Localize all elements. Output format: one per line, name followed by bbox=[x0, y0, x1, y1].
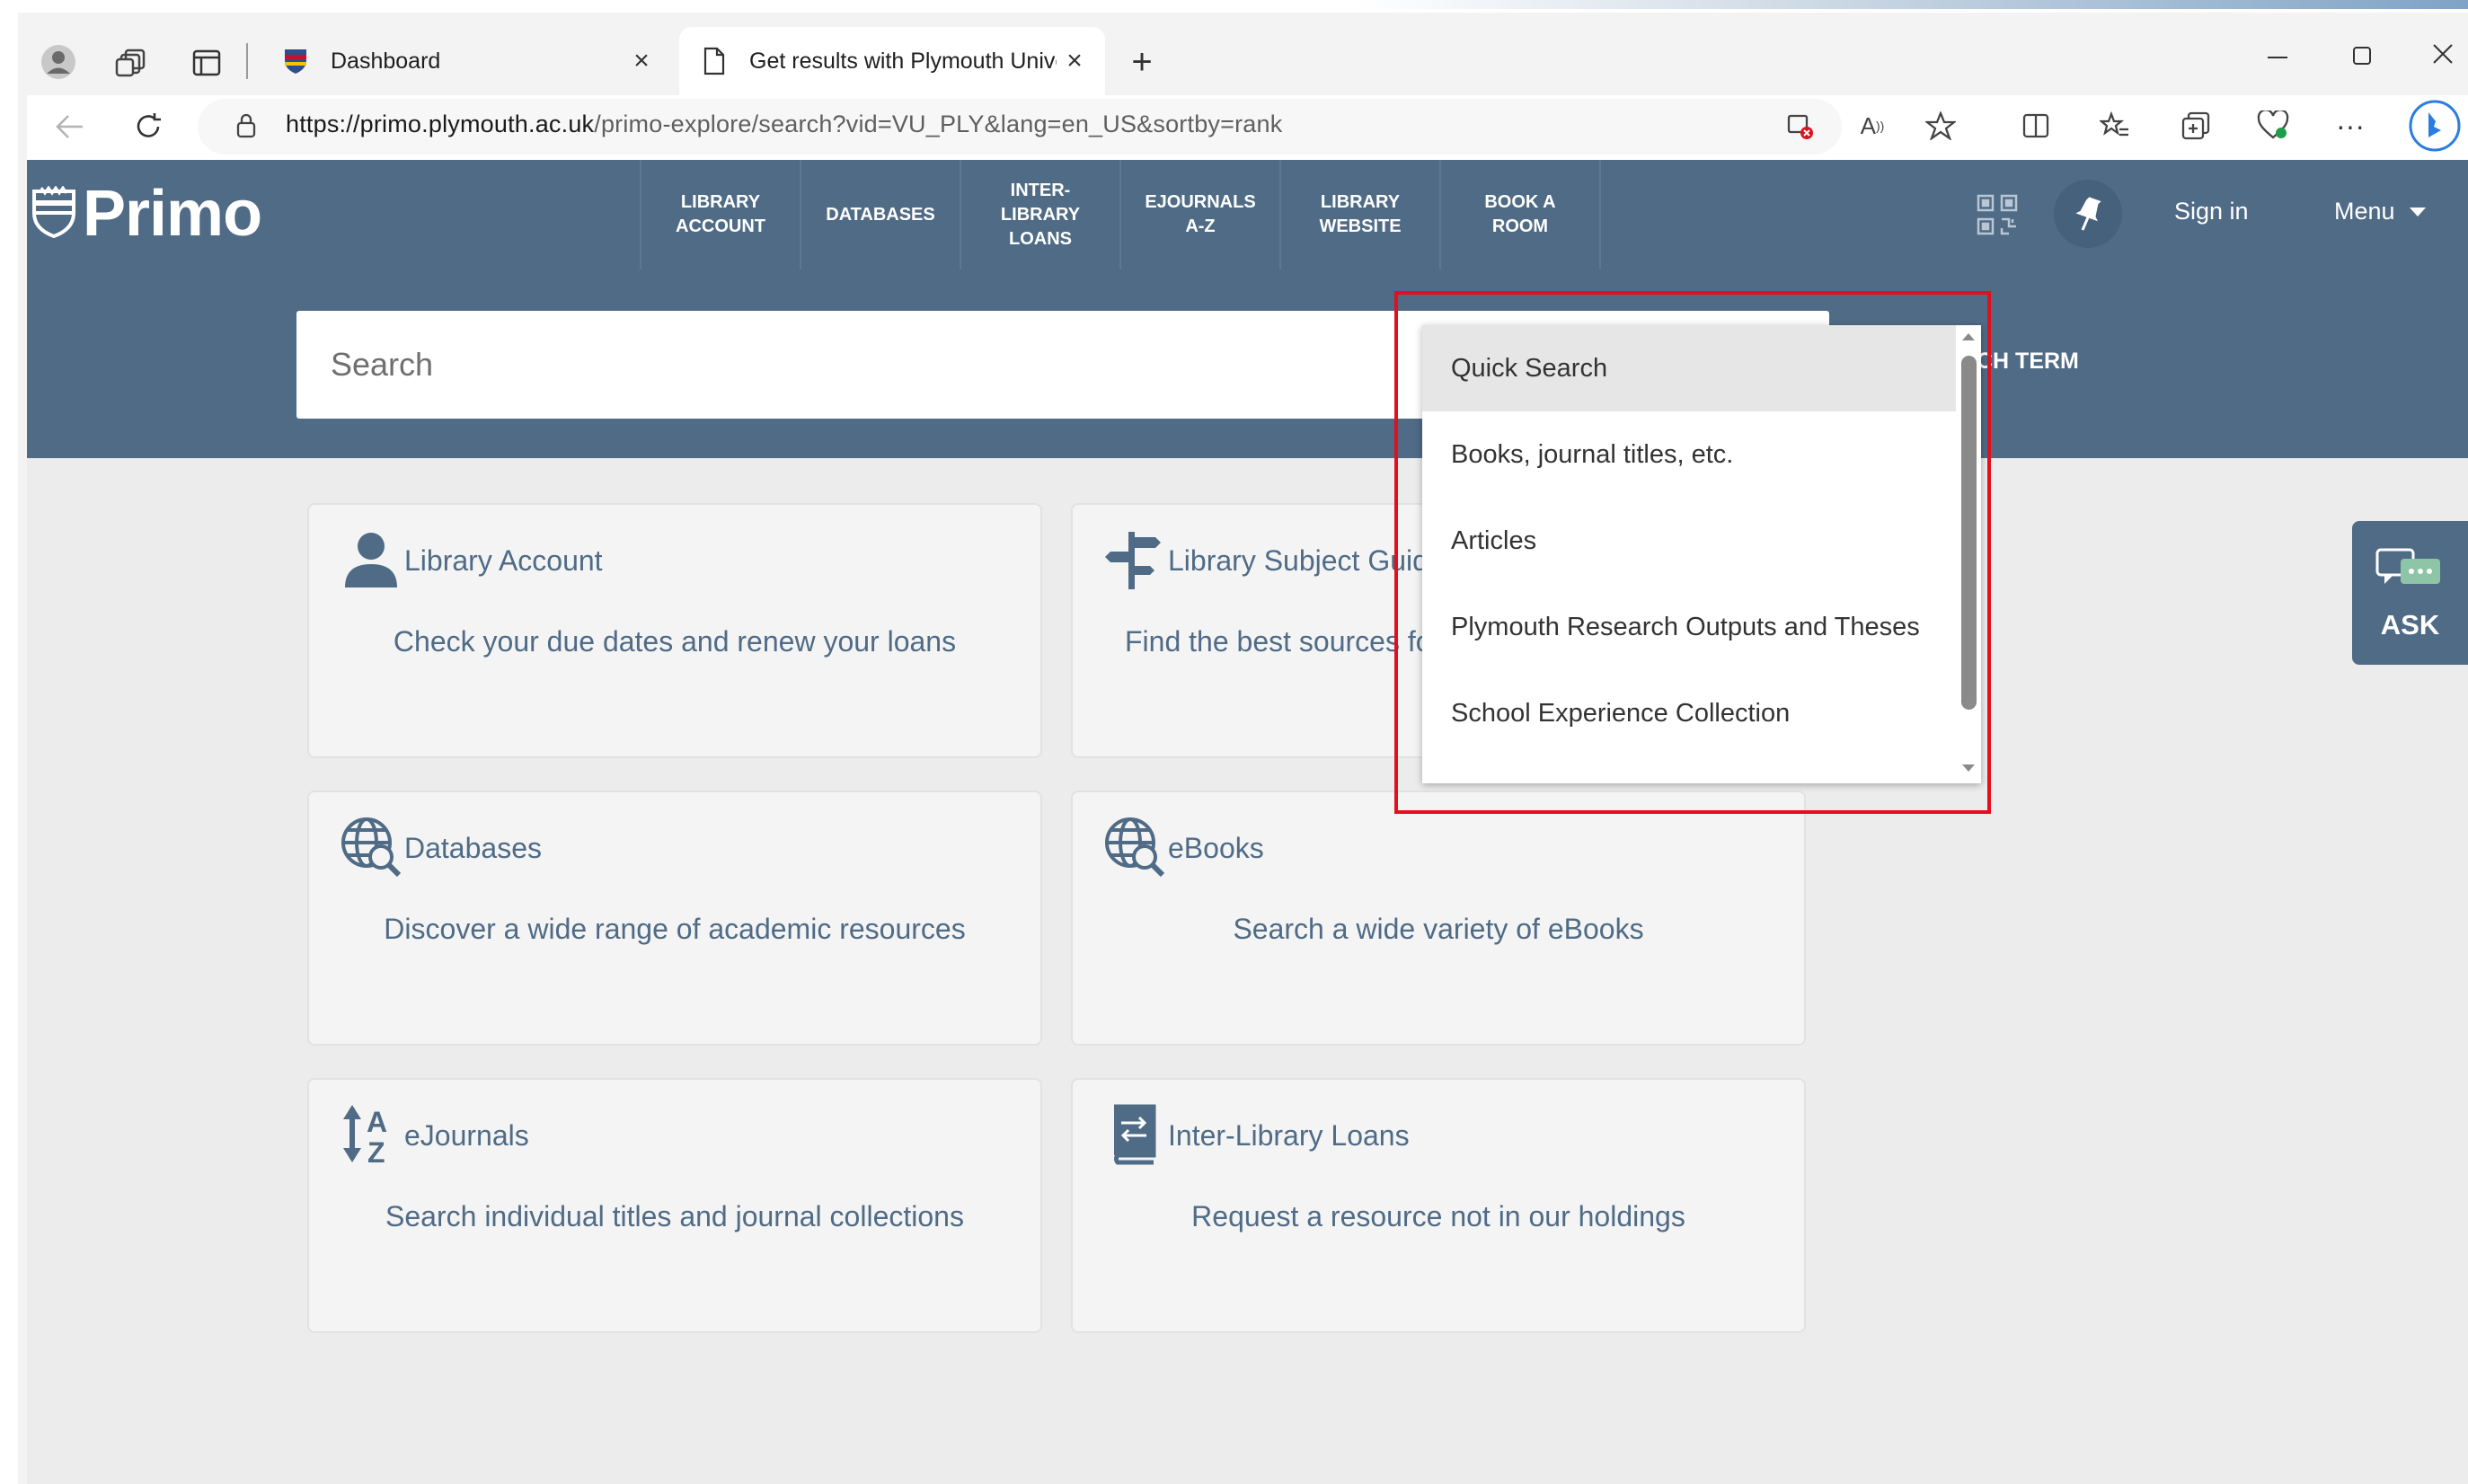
favorites-list-icon[interactable] bbox=[2095, 106, 2135, 146]
nav-databases[interactable]: DATABASES bbox=[801, 160, 961, 269]
refresh-icon[interactable] bbox=[126, 104, 171, 149]
tile-title: eBooks bbox=[1168, 832, 1264, 864]
workspaces-icon[interactable] bbox=[111, 43, 151, 83]
university-shield-icon bbox=[280, 46, 311, 76]
tab-primo-search[interactable]: Get results with Plymouth Univer × bbox=[679, 27, 1105, 95]
close-window-icon[interactable] bbox=[2420, 36, 2465, 72]
ask-label: ASK bbox=[2380, 609, 2440, 640]
tab-title: Get results with Plymouth Univer bbox=[749, 48, 1057, 74]
split-screen-icon[interactable] bbox=[2016, 106, 2056, 146]
tab-close-icon[interactable]: × bbox=[624, 46, 659, 76]
menu-button[interactable]: Menu bbox=[2334, 198, 2428, 225]
profile-icon[interactable] bbox=[36, 40, 81, 84]
tile-title: Inter-Library Loans bbox=[1168, 1119, 1410, 1152]
window-top-strip bbox=[0, 0, 2468, 9]
caret-down-icon bbox=[2409, 207, 2426, 216]
pin-icon[interactable] bbox=[2054, 180, 2122, 248]
menu-label: Menu bbox=[2334, 198, 2395, 225]
ask-chat-button[interactable]: ASK bbox=[2352, 521, 2468, 665]
book-exchange-icon bbox=[1114, 1104, 1156, 1165]
primo-logo[interactable]: Primo bbox=[32, 171, 262, 257]
minimize-icon[interactable] bbox=[2255, 40, 2300, 75]
tile-ejournals[interactable]: AZ eJournals Search individual titles an… bbox=[307, 1078, 1042, 1333]
logo-text: Primo bbox=[83, 178, 262, 250]
maximize-icon[interactable] bbox=[2340, 38, 2384, 74]
university-crest-icon bbox=[32, 184, 75, 243]
tile-description: Check your due dates and renew your loan… bbox=[393, 625, 957, 658]
nav-book-a-room[interactable]: BOOK A ROOM bbox=[1441, 160, 1601, 269]
tile-description: Discover a wide range of academic resour… bbox=[384, 913, 966, 945]
person-icon bbox=[345, 533, 397, 587]
globe-search-icon bbox=[341, 817, 402, 878]
tile-library-account[interactable]: Library Account Check your due dates and… bbox=[307, 503, 1042, 758]
tile-databases[interactable]: Databases Discover a wide range of acade… bbox=[307, 791, 1042, 1046]
main-nav: LIBRARY ACCOUNT DATABASES INTER- LIBRARY… bbox=[640, 160, 1601, 269]
tile-title: Databases bbox=[404, 832, 542, 864]
sign-in-link[interactable]: Sign in bbox=[2174, 198, 2249, 225]
lock-icon[interactable] bbox=[228, 108, 264, 144]
tile-title: Library Account bbox=[404, 544, 603, 577]
signpost-icon bbox=[1105, 532, 1161, 589]
tab-close-icon[interactable]: × bbox=[1057, 46, 1092, 76]
tile-description: Search individual titles and journal col… bbox=[385, 1200, 964, 1232]
page-icon bbox=[699, 46, 730, 76]
search-term-button[interactable]: CH TERM bbox=[1977, 349, 2079, 375]
nav-inter-library-loans[interactable]: INTER- LIBRARY LOANS bbox=[961, 160, 1121, 269]
tab-separator bbox=[246, 43, 248, 79]
tile-inter-library-loans[interactable]: Inter-Library Loans Request a resource n… bbox=[1071, 1078, 1806, 1333]
nav-library-website[interactable]: LIBRARY WEBSITE bbox=[1281, 160, 1441, 269]
browser-essentials-icon[interactable] bbox=[2253, 106, 2293, 146]
vertical-tabs-icon[interactable] bbox=[187, 43, 226, 83]
chat-bubbles-icon bbox=[2375, 548, 2440, 584]
tile-title: eJournals bbox=[404, 1119, 529, 1152]
url-path: /primo-explore/search?vid=VU_PLY&lang=en… bbox=[594, 110, 1283, 137]
nav-ejournals-az[interactable]: EJOURNALS A-Z bbox=[1121, 160, 1281, 269]
tab-dashboard[interactable]: Dashboard × bbox=[261, 27, 672, 95]
url-text[interactable]: https://primo.plymouth.ac.uk/primo-explo… bbox=[286, 110, 1282, 138]
tile-title: Library Subject Guid bbox=[1168, 544, 1429, 577]
favorite-star-icon[interactable] bbox=[1921, 106, 1960, 146]
more-options-icon[interactable]: ··· bbox=[2331, 106, 2370, 146]
qr-code-icon[interactable] bbox=[1973, 190, 2021, 239]
collections-icon[interactable] bbox=[2176, 106, 2216, 146]
bing-copilot-icon[interactable] bbox=[2408, 99, 2462, 153]
tile-description: Request a resource not in our holdings bbox=[1191, 1200, 1685, 1232]
read-aloud-icon[interactable]: A)) bbox=[1853, 106, 1892, 146]
globe-search-icon bbox=[1105, 817, 1165, 878]
url-host: https://primo.plymouth.ac.uk bbox=[286, 110, 595, 137]
tile-description: Search a wide variety of eBooks bbox=[1233, 913, 1644, 945]
sort-az-icon: AZ bbox=[343, 1105, 387, 1166]
new-tab-button[interactable]: + bbox=[1121, 41, 1163, 83]
tab-title: Dashboard bbox=[331, 48, 441, 74]
tile-ebooks[interactable]: eBooks Search a wide variety of eBooks bbox=[1071, 791, 1806, 1046]
nav-library-account[interactable]: LIBRARY ACCOUNT bbox=[640, 160, 801, 269]
svg-text:A: A bbox=[367, 1106, 387, 1138]
highlight-annotation-box bbox=[1394, 291, 1991, 814]
back-icon[interactable] bbox=[47, 104, 92, 149]
tracking-blocked-icon[interactable] bbox=[1781, 106, 1820, 146]
tile-description: Find the best sources fo bbox=[1125, 625, 1432, 658]
svg-text:Z: Z bbox=[367, 1136, 385, 1166]
